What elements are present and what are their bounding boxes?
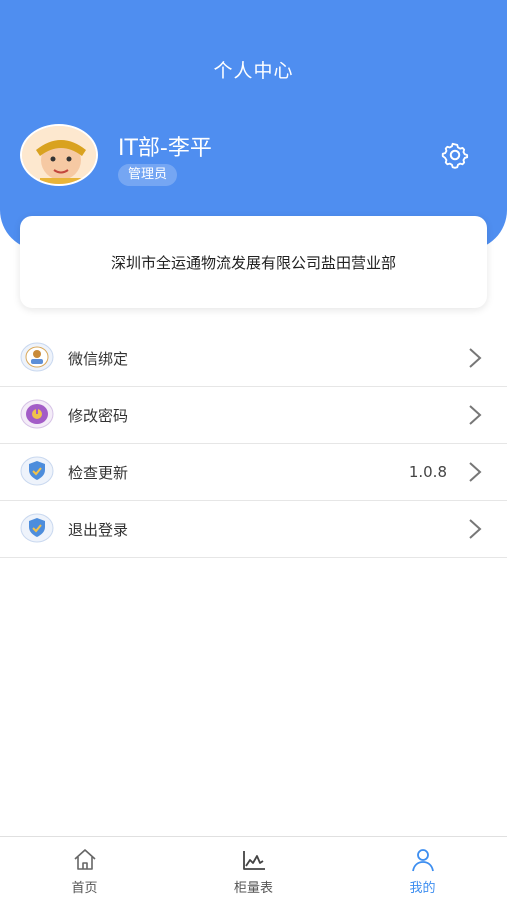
menu-label: 退出登录 (68, 520, 129, 539)
avatar[interactable] (20, 124, 98, 186)
tab-home[interactable]: 首页 (0, 837, 169, 900)
menu-item-change-password[interactable]: 修改密码 (0, 387, 507, 444)
version-value: 1.0.8 (408, 463, 447, 481)
menu-list: 微信绑定 修改密码 检查更新 1.0.8 退出登录 (0, 330, 507, 558)
header-background (0, 0, 507, 250)
chevron-right-icon (466, 403, 484, 427)
chevron-right-icon (466, 346, 484, 370)
tab-label: 首页 (71, 881, 98, 896)
password-icon (20, 399, 54, 429)
chevron-right-icon (466, 460, 484, 484)
role-badge: 管理员 (118, 164, 178, 186)
chart-line-icon (241, 847, 267, 873)
menu-item-logout[interactable]: 退出登录 (0, 501, 507, 558)
menu-item-wechat-bind[interactable]: 微信绑定 (0, 330, 507, 387)
wechat-bind-icon (20, 342, 54, 372)
menu-label: 微信绑定 (68, 349, 129, 368)
menu-label: 检查更新 (68, 463, 129, 482)
company-name: 深圳市全运通物流发展有限公司盐田营业部 (110, 253, 396, 272)
menu-item-check-update[interactable]: 检查更新 1.0.8 (0, 444, 507, 501)
page-title: 个人中心 (213, 60, 294, 82)
tab-container-stats[interactable]: 柜量表 (169, 837, 338, 900)
shield-check-icon (20, 456, 54, 486)
tab-label: 柜量表 (233, 881, 273, 896)
tab-label: 我的 (409, 881, 436, 896)
settings-gear-icon[interactable] (440, 140, 470, 170)
shield-logout-icon (20, 513, 54, 543)
bottom-tab-bar: 首页 柜量表 我的 (0, 836, 507, 900)
chevron-right-icon (466, 517, 484, 541)
user-icon (410, 847, 436, 873)
home-icon (72, 847, 98, 873)
tab-mine[interactable]: 我的 (338, 837, 507, 900)
menu-label: 修改密码 (68, 406, 129, 425)
company-card: 深圳市全运通物流发展有限公司盐田营业部 (20, 216, 487, 308)
user-name: IT部-李平 (118, 136, 212, 161)
